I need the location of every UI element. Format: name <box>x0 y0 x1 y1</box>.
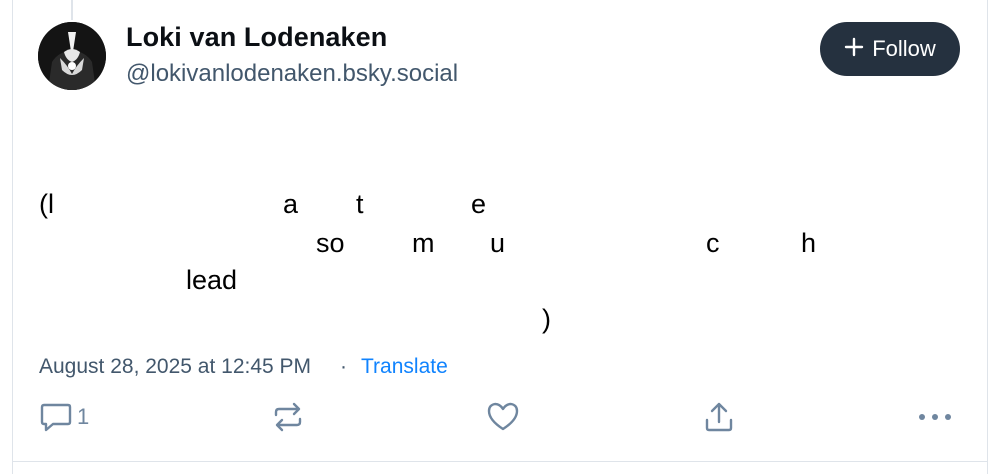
more-options-icon <box>916 400 954 434</box>
post-text-fragment: e <box>471 189 487 219</box>
like-button[interactable] <box>485 398 521 436</box>
avatar-image <box>38 22 106 90</box>
post-text-fragment: m <box>412 228 435 258</box>
post-text-fragment: a <box>283 189 299 219</box>
share-icon <box>702 400 736 434</box>
post-text-fragment: c <box>706 228 720 258</box>
plus-icon <box>844 34 864 62</box>
post-text-fragment: ) <box>542 304 551 334</box>
post-timestamp[interactable]: August 28, 2025 at 12:45 PM <box>39 355 311 379</box>
repost-button[interactable] <box>271 398 305 436</box>
author-handle[interactable]: @lokivanlodenaken.bsky.social <box>126 60 458 88</box>
more-options-button[interactable] <box>916 398 954 436</box>
meta-separator: · <box>340 355 347 378</box>
post-text-fragment: lead <box>186 265 238 295</box>
post-text-fragment: t <box>356 189 364 219</box>
post-text-fragment: (l <box>39 189 54 219</box>
reply-icon <box>39 401 73 433</box>
card-border-bottom <box>12 461 988 462</box>
author-display-name[interactable]: Loki van Lodenaken <box>126 22 387 53</box>
card-border-right <box>987 0 988 474</box>
card-border-left <box>12 0 13 474</box>
post-text-fragment: u <box>490 228 506 258</box>
share-button[interactable] <box>702 398 736 436</box>
heart-icon <box>485 400 521 434</box>
thread-line <box>71 0 73 20</box>
translate-link[interactable]: Translate <box>361 355 448 379</box>
reply-button[interactable]: 1 <box>39 398 89 436</box>
post-card: Loki van Lodenaken @lokivanlodenaken.bsk… <box>0 0 1000 474</box>
avatar[interactable] <box>38 22 106 90</box>
post-text-fragment: so <box>316 228 345 258</box>
repost-icon <box>271 400 305 434</box>
reply-count: 1 <box>77 404 90 429</box>
follow-button[interactable]: Follow <box>820 22 960 76</box>
follow-button-label: Follow <box>872 36 936 61</box>
post-text-fragment: h <box>801 228 817 258</box>
